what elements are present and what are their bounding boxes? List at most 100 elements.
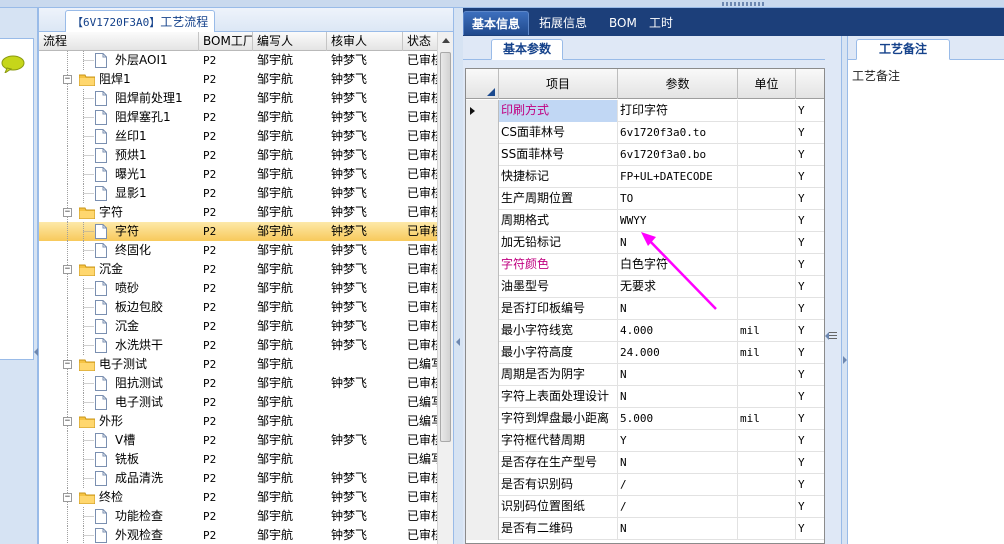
chat-bubble-icon[interactable] (1, 55, 25, 73)
param-flag-cell[interactable]: Y (796, 122, 824, 144)
param-unit-cell[interactable] (738, 474, 796, 496)
param-row[interactable]: 周期格式 WWYY Y (466, 210, 824, 232)
param-unit-cell[interactable]: mil (738, 342, 796, 364)
tree-row[interactable]: − 阻焊1 P2 邹宇航 钟梦飞 已审核 (39, 70, 439, 89)
tree-row[interactable]: 预烘1 P2 邹宇航 钟梦飞 已审核 (39, 146, 439, 165)
param-value-cell[interactable]: 6v1720f3a0.bo (618, 144, 738, 166)
tree-node[interactable]: 沉金 (39, 317, 199, 336)
collapse-toggle-icon[interactable]: − (63, 208, 72, 217)
param-unit-cell[interactable] (738, 430, 796, 452)
column-header-author[interactable]: 编写人 (253, 32, 327, 51)
tab-basic-info[interactable]: 基本信息 (463, 11, 530, 35)
param-flag-cell[interactable]: Y (796, 452, 824, 474)
param-unit-cell[interactable] (738, 518, 796, 540)
tree-node[interactable]: 喷砂 (39, 279, 199, 298)
param-row[interactable]: SS面菲林号 6v1720f3a0.bo Y (466, 144, 824, 166)
param-value-cell[interactable]: 无要求 (618, 276, 738, 298)
grid-corner[interactable] (466, 69, 499, 99)
param-value-cell[interactable]: Y (618, 430, 738, 452)
param-value-cell[interactable]: N (618, 518, 738, 540)
param-row[interactable]: 是否有识别码 / Y (466, 474, 824, 496)
tree-row[interactable]: V槽 P2 邹宇航 钟梦飞 已审核 (39, 431, 439, 450)
tree-node[interactable]: 阻抗测试 (39, 374, 199, 393)
param-row[interactable]: 印刷方式 打印字符 Y (466, 100, 824, 122)
collapse-toggle-icon[interactable]: − (63, 417, 72, 426)
tree-row[interactable]: − 电子测试 P2 邹宇航 已编写 (39, 355, 439, 374)
row-indicator[interactable] (466, 320, 499, 342)
tree-row[interactable]: − 外形 P2 邹宇航 已编写 (39, 412, 439, 431)
tree-node[interactable]: 外层AOI1 (39, 51, 199, 70)
param-flag-cell[interactable]: Y (796, 342, 824, 364)
param-flag-cell[interactable]: Y (796, 298, 824, 320)
row-indicator[interactable] (466, 166, 499, 188)
tab-process-flow[interactable]: 【6V1720F3A0】工艺流程 (65, 10, 216, 32)
tab-bom[interactable]: BOM (601, 11, 645, 35)
param-row[interactable]: 是否存在生产型号 N Y (466, 452, 824, 474)
param-unit-cell[interactable] (738, 496, 796, 518)
tree-row[interactable]: 显影1 P2 邹宇航 钟梦飞 已审核 (39, 184, 439, 203)
column-header-item[interactable]: 项目 (499, 69, 618, 99)
tree-row[interactable]: 沉金 P2 邹宇航 钟梦飞 已审核 (39, 317, 439, 336)
param-row[interactable]: 周期是否为阴字 N Y (466, 364, 824, 386)
tree-node[interactable]: 曝光1 (39, 165, 199, 184)
param-row[interactable]: 是否有二维码 N Y (466, 518, 824, 540)
row-indicator[interactable] (466, 452, 499, 474)
param-value-cell[interactable]: 4.000 (618, 320, 738, 342)
param-flag-cell[interactable]: Y (796, 210, 824, 232)
param-unit-cell[interactable] (738, 210, 796, 232)
tree-node[interactable]: 成品清洗 (39, 469, 199, 488)
tree-node[interactable]: 电子测试 (39, 393, 199, 412)
params-splitter[interactable] (825, 36, 841, 544)
param-flag-cell[interactable]: Y (796, 386, 824, 408)
param-row[interactable]: 快捷标记 FP+UL+DATECODE Y (466, 166, 824, 188)
row-indicator[interactable] (466, 364, 499, 386)
row-indicator[interactable] (466, 188, 499, 210)
tree-row[interactable]: 阻抗测试 P2 邹宇航 钟梦飞 已审核 (39, 374, 439, 393)
param-flag-cell[interactable]: Y (796, 232, 824, 254)
tree-row[interactable]: 电子测试 P2 邹宇航 已编写 (39, 393, 439, 412)
param-flag-cell[interactable]: Y (796, 188, 824, 210)
param-flag-cell[interactable]: Y (796, 408, 824, 430)
tree-row[interactable]: 字符 P2 邹宇航 钟梦飞 已审核 (39, 222, 439, 241)
row-indicator[interactable] (466, 254, 499, 276)
collapse-toggle-icon[interactable]: − (63, 360, 72, 369)
param-unit-cell[interactable] (738, 232, 796, 254)
tree-node[interactable]: − 外形 (39, 412, 199, 431)
splitter-grip-icon[interactable] (829, 332, 837, 340)
tree-node[interactable]: 功能检查 (39, 507, 199, 526)
param-flag-cell[interactable]: Y (796, 474, 824, 496)
param-value-cell[interactable]: N (618, 452, 738, 474)
tree-row[interactable]: 功能检查 P2 邹宇航 钟梦飞 已审核 (39, 507, 439, 526)
param-row[interactable]: 字符到焊盘最小距离 5.000 mil Y (466, 408, 824, 430)
param-value-cell[interactable]: 5.000 (618, 408, 738, 430)
tree-row[interactable]: 喷砂 P2 邹宇航 钟梦飞 已审核 (39, 279, 439, 298)
param-unit-cell[interactable] (738, 386, 796, 408)
tree-scrollbar[interactable] (437, 32, 453, 544)
param-unit-cell[interactable] (738, 100, 796, 122)
row-indicator[interactable] (466, 298, 499, 320)
tree-node[interactable]: − 字符 (39, 203, 199, 222)
param-unit-cell[interactable] (738, 144, 796, 166)
param-value-cell[interactable]: / (618, 496, 738, 518)
row-indicator[interactable] (466, 210, 499, 232)
tab-basic-params[interactable]: 基本参数 (491, 39, 563, 60)
param-unit-cell[interactable]: mil (738, 408, 796, 430)
param-unit-cell[interactable] (738, 364, 796, 386)
row-indicator[interactable] (466, 276, 499, 298)
param-unit-cell[interactable] (738, 188, 796, 210)
param-flag-cell[interactable]: Y (796, 364, 824, 386)
param-row[interactable]: 字符颜色 白色字符 Y (466, 254, 824, 276)
row-indicator[interactable] (466, 430, 499, 452)
tree-row[interactable]: 成品清洗 P2 邹宇航 钟梦飞 已审核 (39, 469, 439, 488)
tree-row[interactable]: 水洗烘干 P2 邹宇航 钟梦飞 已审核 (39, 336, 439, 355)
param-unit-cell[interactable] (738, 122, 796, 144)
tree-row[interactable]: 外层AOI1 P2 邹宇航 钟梦飞 已审核 (39, 51, 439, 70)
scroll-up-arrow-icon[interactable] (442, 38, 450, 43)
collapse-toggle-icon[interactable]: − (63, 493, 72, 502)
panel-splitter[interactable] (454, 8, 463, 544)
param-flag-cell[interactable]: Y (796, 144, 824, 166)
param-row[interactable]: 是否打印板编号 N Y (466, 298, 824, 320)
param-row[interactable]: 油墨型号 无要求 Y (466, 276, 824, 298)
param-unit-cell[interactable] (738, 276, 796, 298)
param-unit-cell[interactable] (738, 298, 796, 320)
